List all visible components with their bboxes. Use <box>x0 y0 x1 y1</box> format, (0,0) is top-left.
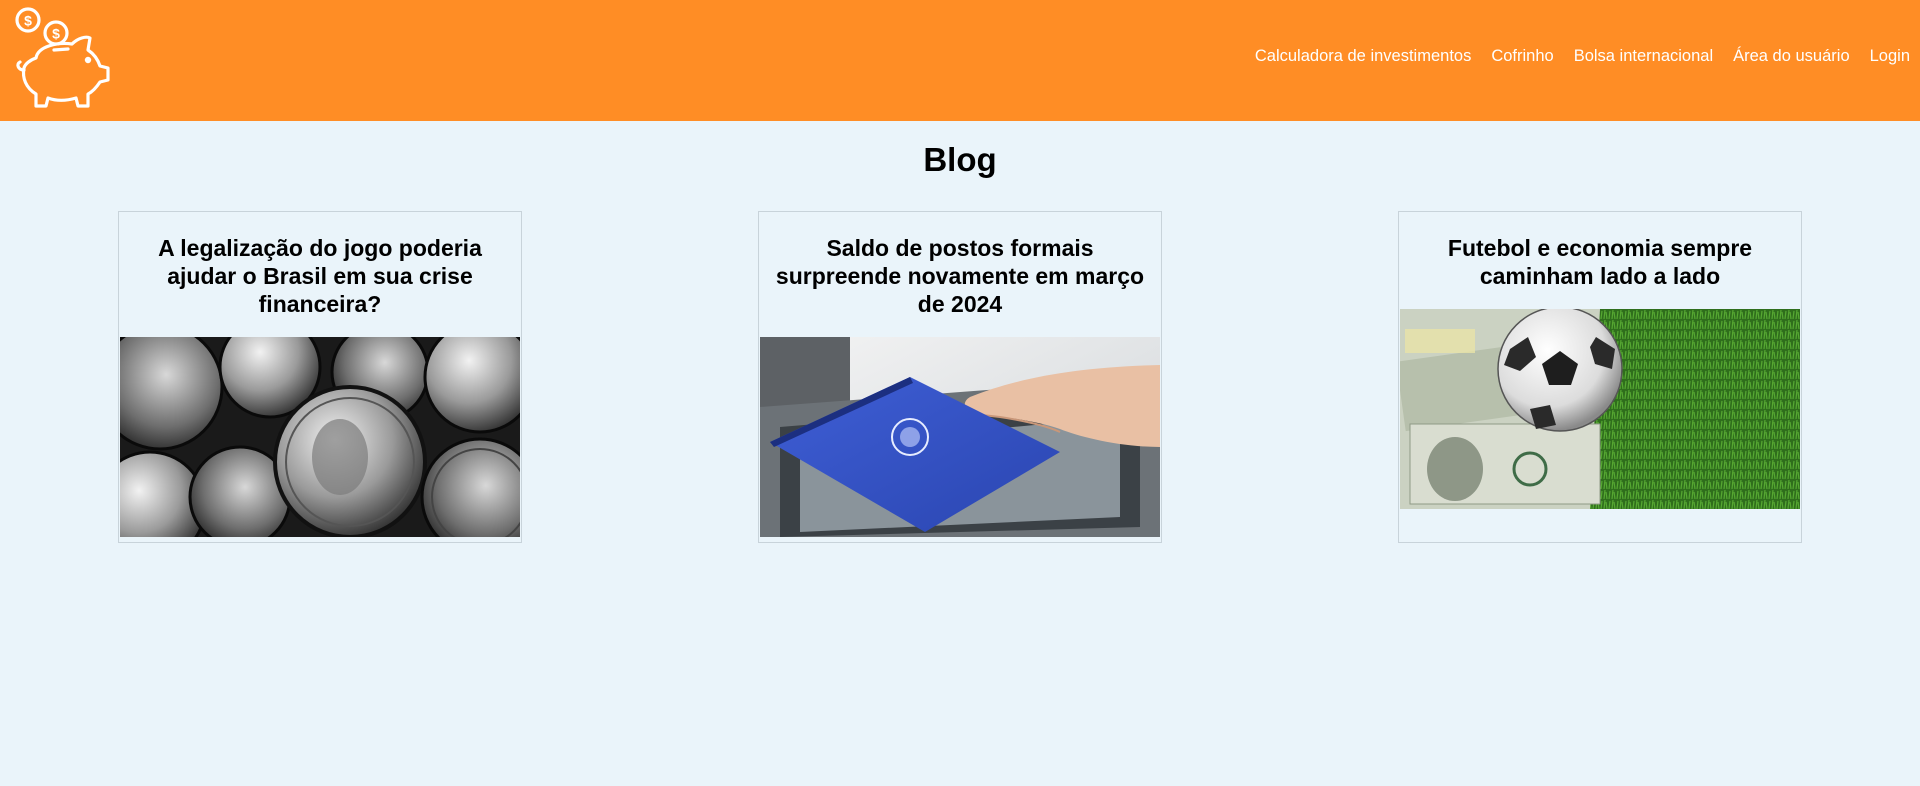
piggy-bank-logo-icon[interactable]: $ $ <box>8 6 114 110</box>
page-title: Blog <box>923 141 997 178</box>
football-money-photo[interactable] <box>1400 309 1800 509</box>
post-title[interactable]: Saldo de postos formais surpreende novam… <box>759 212 1161 318</box>
blog-post-card[interactable]: A legalização do jogo poderia ajudar o B… <box>118 211 522 543</box>
nav-piggy-bank[interactable]: Cofrinho <box>1491 47 1553 66</box>
site-header: $ $ Calculadora de investimentos Cofrinh… <box>0 0 1920 121</box>
coins-photo[interactable] <box>120 337 520 537</box>
work-card-photo[interactable] <box>760 337 1160 537</box>
post-title[interactable]: Futebol e economia sempre caminham lado … <box>1399 212 1801 290</box>
svg-text:$: $ <box>24 13 32 29</box>
svg-text:$: $ <box>52 26 60 42</box>
nav-user-area[interactable]: Área do usuário <box>1733 47 1850 66</box>
blog-post-card[interactable]: Futebol e economia sempre caminham lado … <box>1398 211 1802 543</box>
main-nav: Calculadora de investimentos Cofrinho Bo… <box>1255 47 1910 66</box>
post-title[interactable]: A legalização do jogo poderia ajudar o B… <box>119 212 521 318</box>
nav-login[interactable]: Login <box>1870 47 1910 66</box>
nav-international-stock-exchange[interactable]: Bolsa internacional <box>1574 47 1713 66</box>
nav-investment-calculator[interactable]: Calculadora de investimentos <box>1255 47 1471 66</box>
blog-post-card[interactable]: Saldo de postos formais surpreende novam… <box>758 211 1162 543</box>
